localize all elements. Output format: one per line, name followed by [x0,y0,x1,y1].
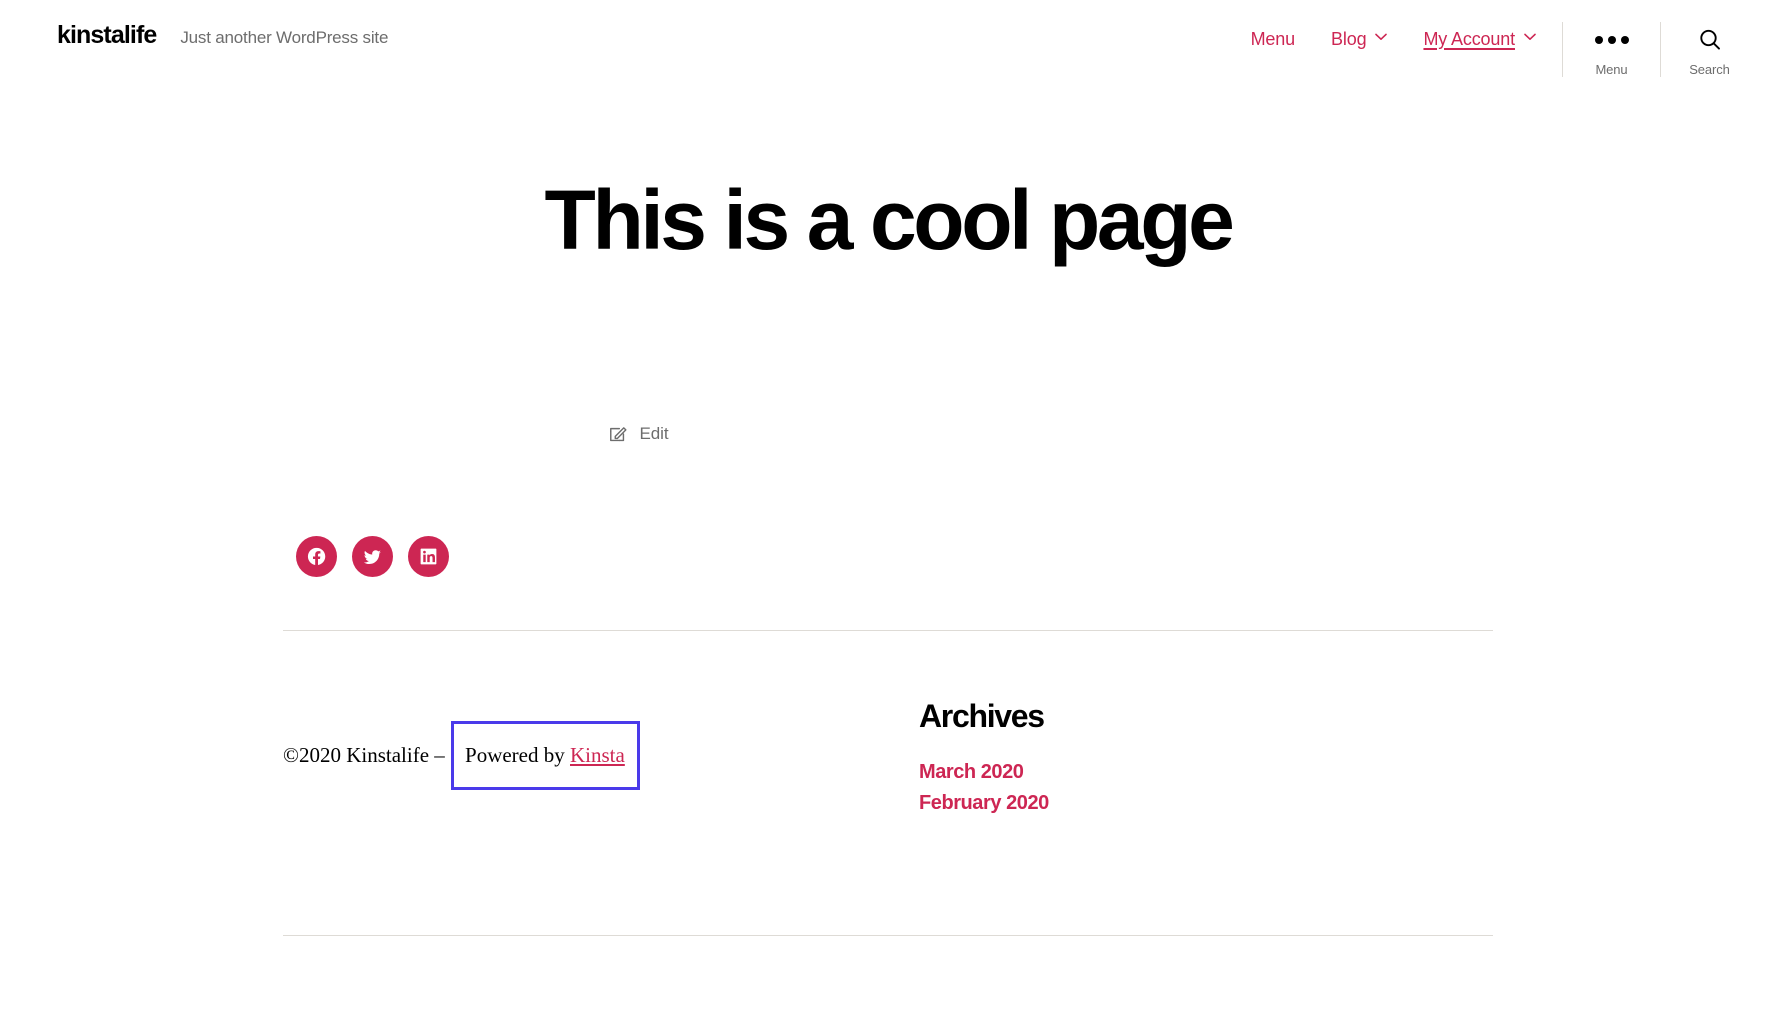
footer-credits: ©2020 Kinstalife – Powered by Kinsta [283,688,919,823]
archive-link-march[interactable]: March 2020 [919,761,1024,783]
footer-divider-bottom [283,935,1493,936]
social-links [0,444,1776,577]
archives-widget-title: Archives [919,698,1045,734]
archive-link-february[interactable]: February 2020 [919,792,1049,814]
footer: ©2020 Kinstalife – Powered by Kinsta Arc… [283,631,1493,823]
nav-item-label: Menu [1250,28,1296,49]
entry-content [0,262,1776,382]
powered-by-text: Powered by [465,742,570,767]
nav-item-blog[interactable]: Blog [1331,28,1388,50]
list-item: February 2020 [919,792,1493,815]
site-tagline: Just another WordPress site [180,28,389,47]
twitter-icon [362,546,383,567]
nav-item-label: My Account [1423,28,1515,49]
header-right: Menu Blog My Account Menu Search [1251,22,1776,77]
linkedin-icon [418,546,439,567]
primary-navigation: Menu Blog My Account [1251,22,1562,56]
facebook-icon [306,546,327,567]
branding: kinstalife Just another WordPress site [0,21,389,50]
edit-pencil-icon [608,425,627,444]
nav-item-label: Blog [1331,28,1367,49]
three-dots-icon [1594,27,1629,53]
archives-list: March 2020 February 2020 [919,735,1493,815]
nav-item-my-account[interactable]: My Account [1423,29,1536,50]
linkedin-link[interactable] [408,536,449,577]
menu-toggle-label: Menu [1595,62,1628,77]
copyright-text: ©2020 Kinstalife – [283,742,451,767]
chevron-down-icon [1375,33,1388,45]
site-title[interactable]: kinstalife [57,21,157,50]
search-toggle-label: Search [1689,62,1730,77]
site-header: kinstalife Just another WordPress site M… [0,0,1776,100]
page-title: This is a cool page [544,173,1235,267]
search-icon [1698,27,1722,53]
chevron-down-icon [1524,33,1536,45]
menu-toggle-button[interactable]: Menu [1562,22,1660,77]
nav-item-menu[interactable]: Menu [1250,28,1296,50]
header-icon-buttons: Menu Search [1562,22,1758,77]
twitter-link[interactable] [352,536,393,577]
page-header: This is a cool page [0,100,1776,262]
facebook-link[interactable] [296,536,337,577]
archives-widget: Archives March 2020 February 2020 [919,688,1493,823]
list-item: March 2020 [919,761,1493,784]
edit-row: Edit [0,382,1776,444]
search-toggle-button[interactable]: Search [1660,22,1758,77]
edit-page-link[interactable]: Edit [608,424,669,444]
edit-link-label: Edit [639,424,669,443]
powered-by-highlight-box: Powered by Kinsta [451,720,640,791]
kinsta-link[interactable]: Kinsta [570,743,625,768]
